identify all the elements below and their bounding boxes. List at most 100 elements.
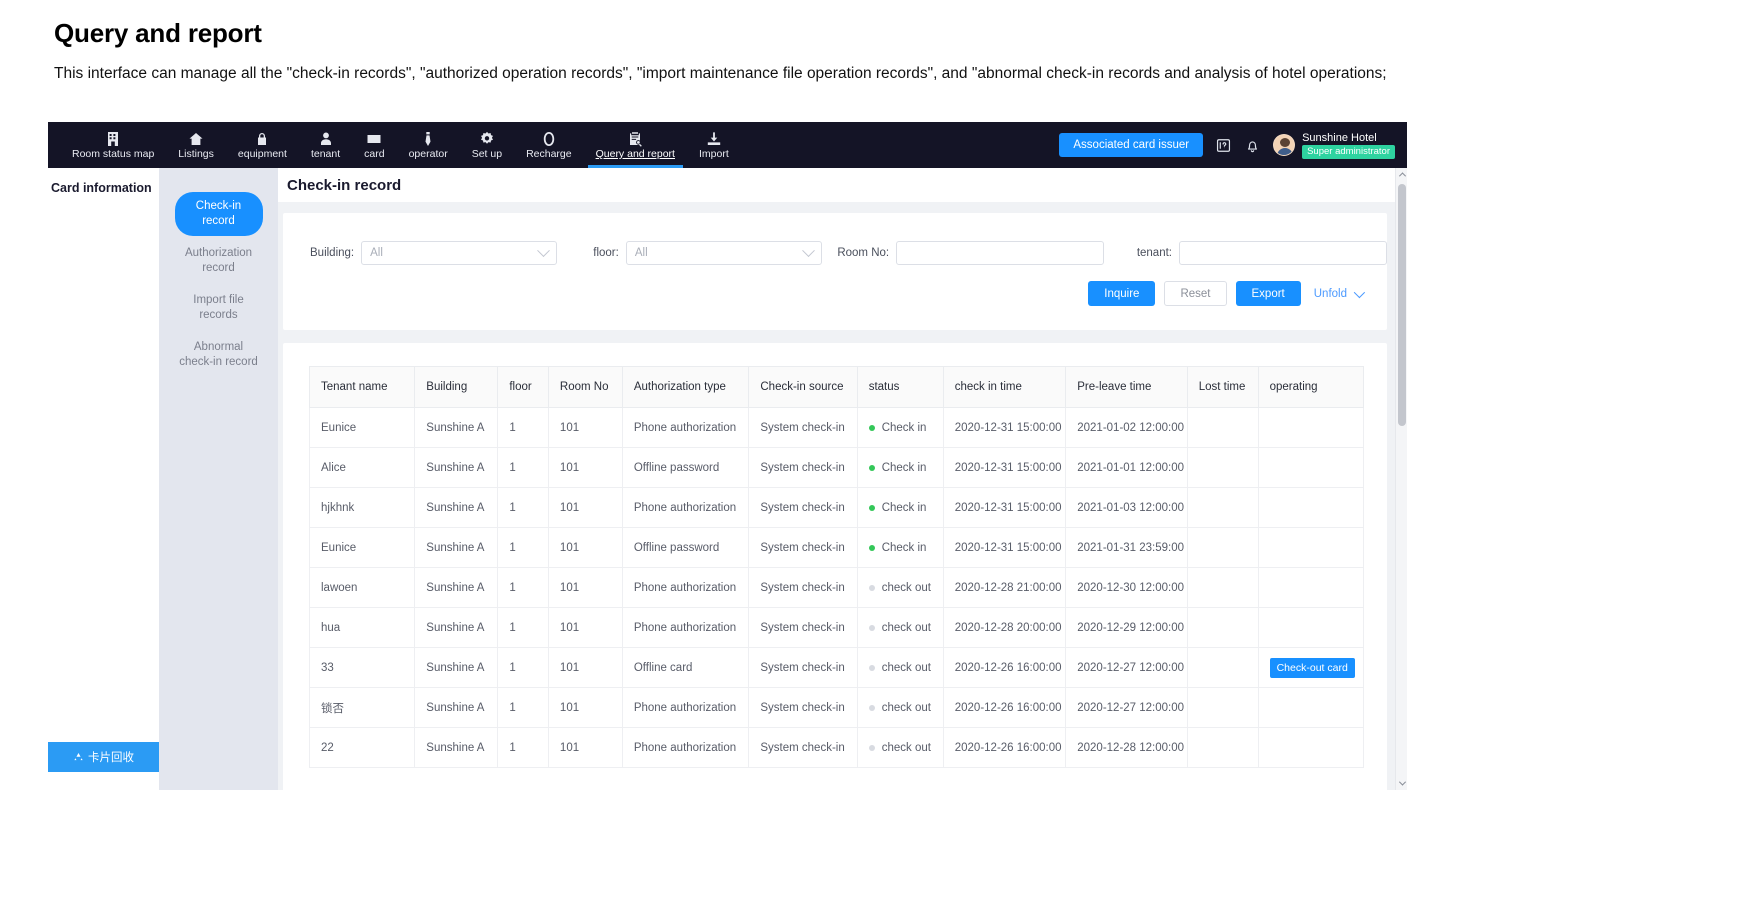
authorization-type-cell: Phone authorization: [622, 688, 749, 728]
table-row[interactable]: hjkhnkSunshine A1101Phone authorizationS…: [310, 488, 1364, 528]
nav-label: Listings: [178, 148, 214, 160]
nav-item-card[interactable]: card: [352, 122, 396, 168]
vertical-scrollbar[interactable]: [1395, 168, 1407, 790]
download-tray-icon: [706, 131, 722, 147]
building-cell: Sunshine A: [415, 688, 498, 728]
status-label: Check in: [882, 502, 927, 514]
check-in-source-cell: System check-in: [749, 728, 857, 768]
table-row[interactable]: huaSunshine A1101Phone authorizationSyst…: [310, 608, 1364, 648]
lost-time-cell: [1187, 488, 1258, 528]
nav-item-set-up[interactable]: Set up: [460, 122, 514, 168]
associated-card-issuer-button[interactable]: Associated card issuer: [1059, 133, 1203, 157]
check-in-source-cell: System check-in: [749, 608, 857, 648]
nav-item-equipment[interactable]: equipment: [226, 122, 299, 168]
nav-item-room-status-map[interactable]: Room status map: [60, 122, 166, 168]
filter-panel: Building: All floor: All: [283, 213, 1387, 330]
table-row[interactable]: AliceSunshine A1101Offline passwordSyste…: [310, 448, 1364, 488]
nav-item-recharge[interactable]: Recharge: [514, 122, 584, 168]
nav-item-import[interactable]: Import: [687, 122, 741, 168]
tenant-name-cell: 22: [310, 728, 415, 768]
sidebar-item-authorization-record[interactable]: Authorization record: [175, 239, 263, 283]
status-dot-icon: [869, 425, 875, 431]
table-row[interactable]: 22Sunshine A1101Phone authorizationSyste…: [310, 728, 1364, 768]
floor-label: floor:: [593, 247, 619, 259]
filter-actions: Inquire Reset Export Unfold: [283, 265, 1387, 306]
sidebar-item-import-file-records[interactable]: Import file records: [175, 286, 263, 330]
table-row[interactable]: EuniceSunshine A1101Offline passwordSyst…: [310, 528, 1364, 568]
room-no-cell: 101: [548, 608, 622, 648]
floor-select[interactable]: All: [626, 241, 822, 265]
user-meta: Sunshine Hotel Super administrator: [1302, 132, 1395, 159]
status-dot-icon: [869, 625, 875, 631]
authorization-type-cell: Phone authorization: [622, 488, 749, 528]
card-recycle-button[interactable]: 卡片回收: [48, 742, 159, 772]
floor-cell: 1: [498, 608, 549, 648]
sidebar-item-check-in-record[interactable]: Check-in record: [175, 192, 263, 236]
lost-time-cell: [1187, 448, 1258, 488]
tenant-filter: tenant:: [1137, 241, 1387, 265]
header-right-area: Associated card issuer Sunshine Hotel Su…: [1059, 122, 1407, 168]
bell-icon[interactable]: [1244, 137, 1261, 154]
status-dot-icon: [869, 585, 875, 591]
room-no-input[interactable]: [896, 241, 1104, 265]
user-profile[interactable]: Sunshine Hotel Super administrator: [1273, 132, 1395, 159]
page-description: This interface can manage all the "check…: [54, 63, 1683, 85]
app-body: Card information 卡片回收 Check-in record Au…: [48, 168, 1407, 790]
floor-cell: 1: [498, 728, 549, 768]
user-name: Sunshine Hotel: [1302, 132, 1395, 144]
status-cell: check out: [857, 728, 943, 768]
scrollbar-thumb[interactable]: [1398, 184, 1406, 426]
pre-leave-time-cell: 2021-01-03 12:00:00: [1066, 488, 1187, 528]
operating-cell: [1258, 488, 1363, 528]
sidebar-item-abnormal-check-in-record[interactable]: Abnormal check-in record: [175, 333, 263, 377]
floor-cell: 1: [498, 408, 549, 448]
nav-label: Set up: [472, 148, 502, 160]
column-header-operating: operating: [1258, 367, 1363, 408]
sub-navigation: Check-in record Authorization record Imp…: [159, 168, 278, 790]
check-in-time-cell: 2020-12-28 21:00:00: [943, 568, 1066, 608]
tenant-input[interactable]: [1179, 241, 1387, 265]
status-cell: check out: [857, 648, 943, 688]
nav-item-listings[interactable]: Listings: [166, 122, 226, 168]
building-cell: Sunshine A: [415, 728, 498, 768]
status-cell: Check in: [857, 448, 943, 488]
table-row[interactable]: EuniceSunshine A1101Phone authorizationS…: [310, 408, 1364, 448]
operating-cell: [1258, 688, 1363, 728]
building-cell: Sunshine A: [415, 528, 498, 568]
status-label: check out: [882, 582, 931, 594]
help-card-icon[interactable]: [1215, 137, 1232, 154]
nav-item-operator[interactable]: operator: [397, 122, 460, 168]
nav-item-tenant[interactable]: tenant: [299, 122, 352, 168]
check-in-records-table: Tenant name Building floor Room No Autho…: [309, 366, 1364, 768]
lost-time-cell: [1187, 528, 1258, 568]
status-dot-icon: [869, 505, 875, 511]
card-icon: [366, 131, 382, 147]
filter-row: Building: All floor: All: [283, 229, 1387, 265]
scroll-up-button[interactable]: [1396, 168, 1407, 181]
check-in-time-cell: 2020-12-26 16:00:00: [943, 688, 1066, 728]
authorization-type-cell: Offline password: [622, 448, 749, 488]
scroll-down-button[interactable]: [1396, 777, 1407, 790]
building-cell: Sunshine A: [415, 448, 498, 488]
operating-cell: [1258, 528, 1363, 568]
operating-cell: [1258, 568, 1363, 608]
reset-button[interactable]: Reset: [1164, 281, 1226, 306]
room-no-cell: 101: [548, 648, 622, 688]
operating-cell: [1258, 728, 1363, 768]
status-label: Check in: [882, 462, 927, 474]
lost-time-cell: [1187, 688, 1258, 728]
table-row[interactable]: 锁否Sunshine A1101Phone authorizationSyste…: [310, 688, 1364, 728]
check-out-card-button[interactable]: Check-out card: [1270, 658, 1355, 678]
table-row[interactable]: lawoenSunshine A1101Phone authorizationS…: [310, 568, 1364, 608]
tenant-name-cell: Eunice: [310, 408, 415, 448]
table-row[interactable]: 33Sunshine A1101Offline cardSystem check…: [310, 648, 1364, 688]
inquire-button[interactable]: Inquire: [1088, 281, 1155, 306]
clipboard-search-icon: [627, 131, 643, 147]
column-header-room-no: Room No: [548, 367, 622, 408]
unfold-toggle[interactable]: Unfold: [1310, 288, 1362, 300]
room-no-cell: 101: [548, 568, 622, 608]
building-select[interactable]: All: [361, 241, 557, 265]
export-button[interactable]: Export: [1236, 281, 1301, 306]
nav-item-query-and-report[interactable]: Query and report: [584, 122, 687, 168]
room-no-filter: Room No:: [837, 241, 1104, 265]
